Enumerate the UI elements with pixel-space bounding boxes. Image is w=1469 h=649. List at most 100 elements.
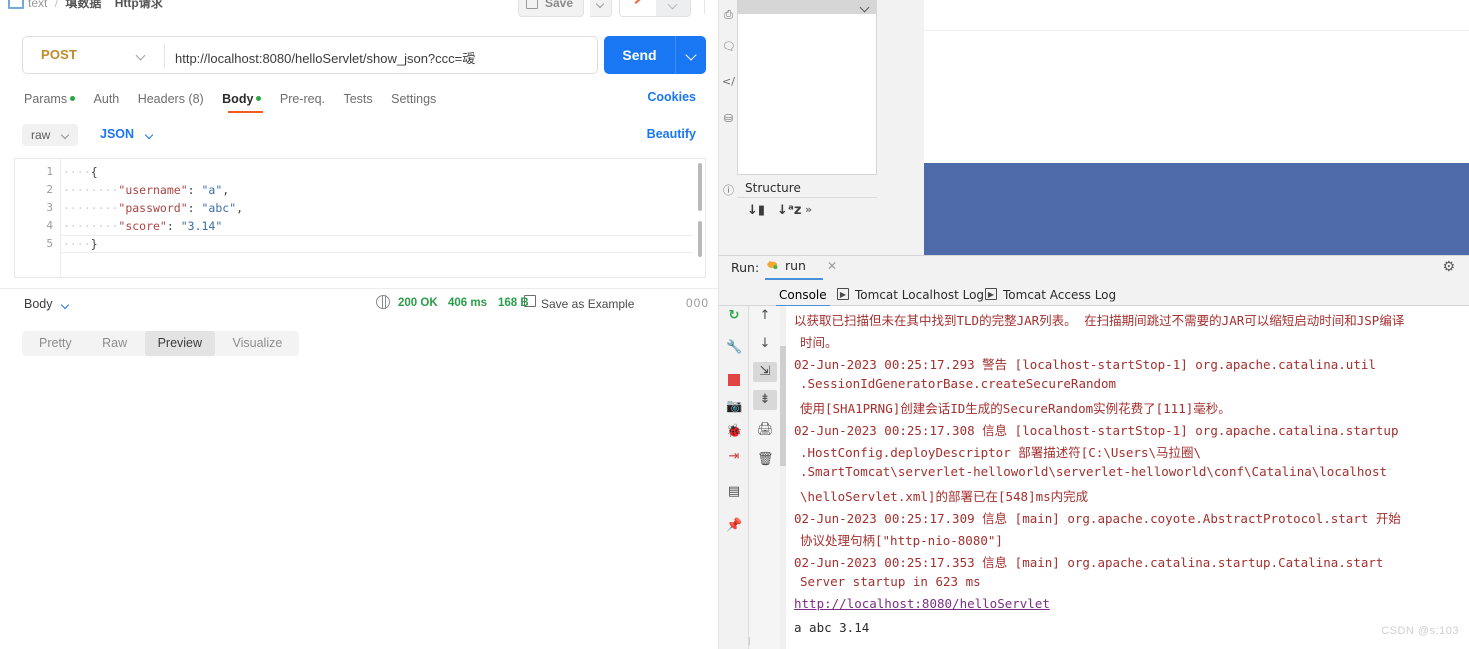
beautify-link[interactable]: Beautify bbox=[647, 127, 696, 141]
tab-auth[interactable]: Auth bbox=[94, 92, 120, 106]
tab-settings[interactable]: Settings bbox=[391, 92, 436, 106]
stop-icon[interactable] bbox=[726, 372, 742, 388]
body-format-select[interactable]: JSON bbox=[100, 127, 134, 141]
body-dot-indicator bbox=[256, 96, 262, 101]
console-scrollbar[interactable] bbox=[780, 306, 786, 649]
close-icon[interactable]: ✕ bbox=[827, 259, 837, 273]
json-colon: : bbox=[166, 219, 181, 233]
pen-icon bbox=[634, 0, 644, 4]
floppy-icon bbox=[524, 295, 536, 307]
run-tab[interactable]: run bbox=[767, 258, 806, 273]
database-icon[interactable]: ⛁ bbox=[722, 112, 735, 125]
tab-visualize[interactable]: Visualize bbox=[220, 331, 296, 356]
json-colon: : bbox=[187, 183, 202, 197]
url-input[interactable]: http://localhost:8080/helloServlet/show_… bbox=[175, 48, 475, 67]
url-bar: POST http://localhost:8080/helloServlet/… bbox=[22, 36, 598, 74]
gear-icon[interactable]: ⚙ bbox=[1442, 259, 1455, 275]
json-key: "score" bbox=[118, 219, 167, 233]
topbar-divider bbox=[704, 0, 705, 14]
exit-icon[interactable]: ⇥ bbox=[726, 449, 742, 465]
editor-scrollbar-thumb[interactable] bbox=[698, 163, 702, 211]
tab-pretty[interactable]: Pretty bbox=[26, 331, 85, 356]
tab-params[interactable]: Params bbox=[24, 92, 76, 106]
json-key: "password" bbox=[118, 201, 188, 215]
tab-body[interactable]: Body bbox=[222, 92, 262, 106]
params-dot-indicator bbox=[70, 96, 76, 101]
cookies-link[interactable]: Cookies bbox=[647, 90, 696, 104]
trash-icon[interactable]: 🗑 bbox=[757, 452, 774, 468]
structure-panel-header[interactable] bbox=[737, 0, 877, 14]
structure-tree: C Us bbox=[737, 226, 877, 472]
globe-icon bbox=[376, 295, 390, 309]
send-button[interactable]: Send bbox=[604, 36, 675, 74]
tab-headers[interactable]: Headers (8) bbox=[138, 92, 204, 106]
active-tab-underline bbox=[228, 111, 263, 113]
arrow-up-icon[interactable]: ↑ bbox=[757, 308, 773, 324]
soft-wrap-icon[interactable]: ⇲ bbox=[757, 364, 773, 380]
chevron-down-icon[interactable] bbox=[144, 130, 154, 140]
response-time: 406 ms bbox=[448, 297, 488, 309]
intellij-ide: ⎙ 🗨 </ ⛁ ⓘ Structure ↓▮ ↓ᵃz » C Us 34 35… bbox=[719, 0, 1469, 649]
console-line: .SessionIdGeneratorBase.createSecureRand… bbox=[800, 376, 1117, 391]
message-icon[interactable]: 🗨 bbox=[722, 40, 736, 53]
http-method-select[interactable]: POST bbox=[41, 47, 77, 62]
bug-icon[interactable]: 🐞 bbox=[726, 424, 742, 440]
edit-toggle-group[interactable] bbox=[619, 0, 691, 17]
tab-prereq[interactable]: Pre-req. bbox=[280, 92, 325, 106]
tab-preview[interactable]: Preview bbox=[144, 331, 216, 356]
subtab-tomcat-localhost-log[interactable]: Tomcat Localhost Log bbox=[855, 288, 984, 302]
console-link[interactable]: http://localhost:8080/helloServlet bbox=[794, 596, 1050, 611]
pin-icon[interactable]: 📌 bbox=[726, 518, 742, 534]
postman-app: text / 填数据 Http请求 Save POST http://local… bbox=[0, 0, 719, 649]
editor-scrollbar-thumb[interactable] bbox=[698, 221, 702, 257]
response-more-button[interactable]: 000 bbox=[686, 296, 709, 310]
url-text: http://localhost:8080/helloServlet/show_… bbox=[175, 51, 463, 66]
breadcrumb-collection: 填数据 bbox=[65, 0, 102, 10]
console-output[interactable]: 以获取已扫描但未在其中找到TLD的完整JAR列表。 在扫描期间跳过不需要的JAR… bbox=[780, 306, 1469, 649]
save-button[interactable]: Save bbox=[517, 0, 584, 17]
print-icon[interactable]: 🖨 bbox=[757, 422, 774, 438]
save-as-example-button[interactable]: Save as Example bbox=[541, 297, 634, 311]
sort-by-visibility-icon[interactable]: ↓▮ bbox=[747, 203, 765, 218]
arrow-down-icon[interactable]: ↓ bbox=[757, 336, 773, 352]
send-options-button[interactable] bbox=[675, 36, 706, 74]
indent-dots: ········ bbox=[63, 183, 119, 197]
line-number: 2 bbox=[46, 183, 53, 196]
tab-raw[interactable]: Raw bbox=[89, 331, 140, 356]
sort-alphabetically-icon[interactable]: ↓ᵃz bbox=[777, 203, 801, 218]
chevron-down-icon[interactable] bbox=[60, 300, 70, 310]
chevron-down-icon[interactable] bbox=[135, 50, 146, 61]
indent-dots: ········ bbox=[63, 201, 119, 215]
structure-panel-title: Structure bbox=[745, 181, 801, 195]
save-dropdown-button[interactable] bbox=[590, 0, 612, 17]
scroll-to-end-icon[interactable]: ⇟ bbox=[757, 392, 773, 408]
layout-icon[interactable]: ▤ bbox=[726, 484, 742, 500]
floppy-icon bbox=[525, 0, 538, 9]
code-line: ········"password": "abc", bbox=[63, 199, 243, 217]
run-toolbar-secondary: ↑ ↓ ⇲ ⇟ 🖨 🗑 bbox=[750, 306, 780, 649]
camera-icon[interactable]: 📷 bbox=[726, 399, 742, 415]
editor-current-line bbox=[62, 235, 693, 253]
console-line: 时间。 bbox=[800, 335, 838, 350]
postman-topbar: text / 填数据 Http请求 Save bbox=[0, 0, 718, 18]
run-toolbar: ↻ 🔧 📷 🐞 ⇥ ▤ 📌 bbox=[719, 306, 749, 649]
wrench-icon[interactable]: 🔧 bbox=[726, 340, 742, 356]
rerun-icon[interactable]: ↻ bbox=[726, 308, 742, 324]
tab-tests[interactable]: Tests bbox=[343, 92, 372, 106]
editor-selection-block bbox=[924, 163, 1469, 258]
request-body-editor[interactable]: 1 2 3 4 5 ····{ ········"username": "a",… bbox=[14, 158, 706, 278]
indent-dots: ········ bbox=[63, 219, 119, 233]
subtab-console[interactable]: Console bbox=[779, 288, 827, 302]
info-icon[interactable]: ⓘ bbox=[722, 182, 735, 197]
code-icon[interactable]: </ bbox=[722, 75, 735, 88]
response-body-label[interactable]: Body bbox=[24, 297, 53, 311]
console-scrollbar-thumb[interactable] bbox=[780, 346, 786, 466]
console-line: .HostConfig.deployDescriptor 部署描述符[C:\Us… bbox=[800, 445, 1202, 460]
subtab-tomcat-access-log[interactable]: Tomcat Access Log bbox=[1003, 288, 1116, 302]
json-brace: } bbox=[90, 237, 98, 251]
console-line: 使用[SHA1PRNG]创建会话ID生成的SecureRandom实例花费了[1… bbox=[800, 401, 1231, 416]
commit-icon[interactable]: ⎙ bbox=[722, 8, 735, 21]
edit-mode-button[interactable] bbox=[620, 0, 656, 16]
chevron-double-right-icon[interactable]: » bbox=[805, 203, 812, 216]
url-mojibake: 叆 bbox=[462, 52, 475, 67]
